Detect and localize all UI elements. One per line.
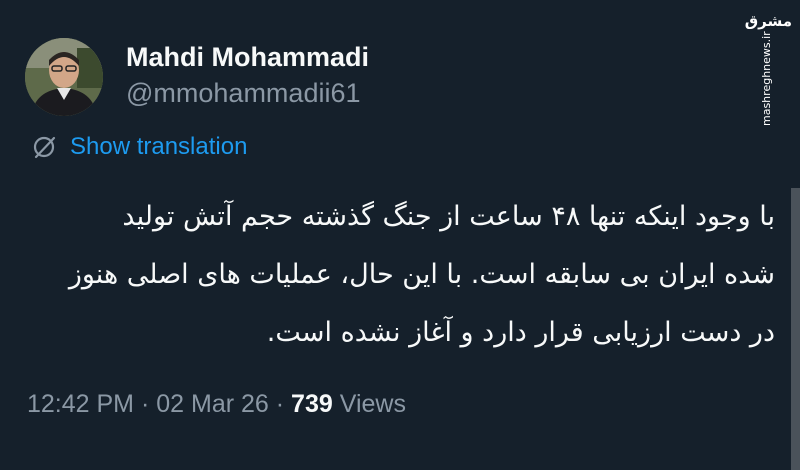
watermark: مشرق mashreghnews.ir <box>745 8 792 126</box>
scrollbar[interactable] <box>791 188 800 470</box>
display-name[interactable]: Mahdi Mohammadi <box>126 42 369 73</box>
views-count[interactable]: 739 <box>291 390 333 418</box>
translate-icon <box>33 136 56 159</box>
tweet-text: با وجود اینکه تنها ۴۸ ساعت از جنگ گذشته … <box>35 188 775 362</box>
tweet-text-line: در دست ارزیابی قرار دارد و آغاز نشده است… <box>266 317 775 348</box>
show-translation-label: Show translation <box>70 133 248 160</box>
tweet-date[interactable]: 02 Mar 26 <box>156 390 269 418</box>
meta-separator: · <box>140 390 150 418</box>
show-translation-button[interactable]: Show translation <box>32 133 247 161</box>
views-label[interactable]: Views <box>340 390 406 418</box>
meta-separator: · <box>275 390 285 418</box>
avatar-image <box>25 38 103 116</box>
watermark-logo: مشرق <box>744 12 792 30</box>
tweet-card: Mahdi Mohammadi @mmohammadii61 Show tran… <box>0 0 800 470</box>
tweet-meta: 12:42 PM · 02 Mar 26 · 739 Views <box>27 390 406 419</box>
watermark-url: mashreghnews.ir <box>760 31 773 126</box>
user-handle[interactable]: @mmohammadii61 <box>126 78 360 109</box>
tweet-text-line: شده ایران بی سابقه است. با این حال، عملی… <box>68 259 775 290</box>
avatar[interactable] <box>25 38 103 116</box>
tweet-text-line: با وجود اینکه تنها ۴۸ ساعت از جنگ گذشته … <box>122 201 775 232</box>
tweet-time[interactable]: 12:42 PM <box>27 390 134 418</box>
